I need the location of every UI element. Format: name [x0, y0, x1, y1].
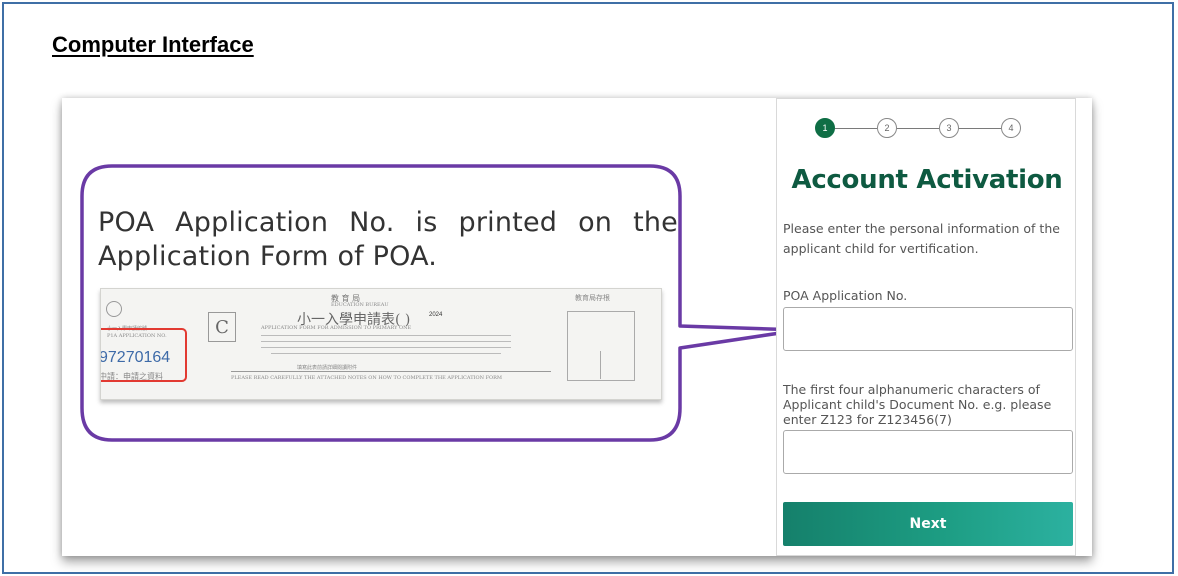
poa-number-label: POA Application No. — [783, 288, 908, 303]
figure-frame: Computer Interface POA Application No. i… — [2, 2, 1174, 574]
form-title-en: APPLICATION FORM FOR ADMISSION TO PRIMAR… — [261, 325, 412, 331]
document-number-input[interactable] — [783, 430, 1073, 474]
step-4: 4 — [1001, 118, 1021, 138]
form-year: 2024 — [429, 312, 443, 318]
step-1: 1 — [815, 118, 835, 138]
form-text-line — [261, 335, 511, 336]
form-text-line — [261, 347, 511, 348]
form-divider — [231, 371, 551, 372]
callout-bubble — [80, 164, 802, 442]
screenshot-container: POA Application No. is printed on the Ap… — [62, 98, 1092, 556]
form-left-bottom: 中請：申請之資料 — [100, 372, 163, 381]
step-connector — [835, 128, 877, 129]
step-2: 2 — [877, 118, 897, 138]
account-activation-panel: 1 2 3 4 Account Activation Please enter … — [776, 98, 1076, 556]
panel-title: Account Activation — [791, 165, 1063, 195]
form-hole-icon — [106, 301, 122, 317]
form-right-box — [567, 311, 635, 381]
form-text-line — [271, 353, 501, 354]
form-dept-en: EDUCATION BUREAU — [331, 302, 389, 308]
step-connector — [897, 128, 939, 129]
progress-stepper: 1 2 3 4 — [777, 99, 1077, 159]
figure-heading: Computer Interface — [52, 32, 254, 57]
application-form-image: 小一入學申請編號 P1A APPLICATION NO. 97270164 中請… — [100, 288, 662, 400]
callout-text: POA Application No. is printed on the Ap… — [98, 207, 678, 272]
form-note-cn: 填寫此表前請詳細閱讀附件 — [297, 365, 358, 371]
panel-description: Please enter the personal information of… — [783, 221, 1060, 256]
document-number-label: The first four alphanumeric characters o… — [783, 382, 1052, 427]
form-right-header: 教育局存根 — [575, 294, 610, 302]
form-right-divider — [600, 351, 601, 379]
form-text-line — [261, 341, 511, 342]
next-button[interactable]: Next — [783, 502, 1073, 546]
step-3: 3 — [939, 118, 959, 138]
form-note-en: PLEASE READ CAREFULLY THE ATTACHED NOTES… — [231, 375, 503, 381]
form-application-number: 97270164 — [100, 349, 171, 366]
form-category-box: C — [208, 312, 236, 342]
poa-number-input[interactable] — [783, 307, 1073, 351]
step-connector — [959, 128, 1001, 129]
